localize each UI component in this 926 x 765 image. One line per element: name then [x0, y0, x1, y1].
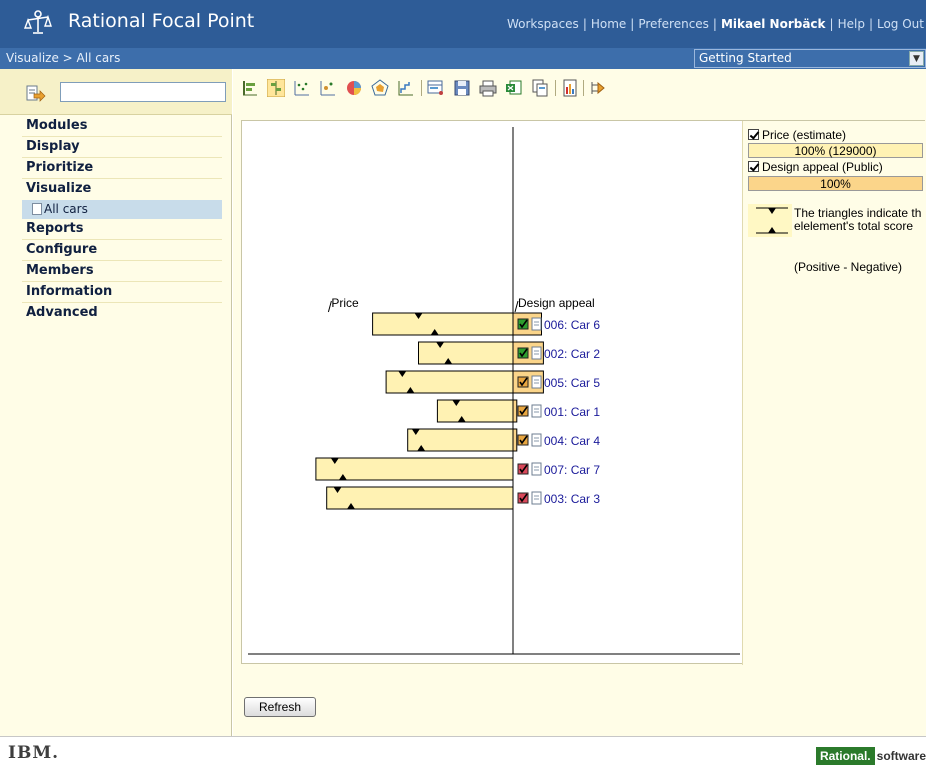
sidebar-subitem-label: All cars: [44, 202, 88, 216]
document-icon: [531, 491, 542, 505]
sidebar-item-reports[interactable]: Reports: [22, 219, 222, 240]
checkbox-checked[interactable]: [748, 129, 759, 140]
document-icon: [531, 317, 542, 331]
car-link[interactable]: 004: Car 4: [544, 434, 600, 448]
nav-user-link[interactable]: Mikael Norbäck: [721, 17, 826, 31]
toolbar-separator: [555, 80, 556, 96]
sidebar-item-configure[interactable]: Configure: [22, 240, 222, 261]
breadcrumb: Visualize > All cars: [6, 51, 121, 65]
pie-chart-icon[interactable]: [345, 79, 363, 97]
document-icon: [531, 404, 542, 418]
toolbar-separator: [421, 80, 422, 96]
design-appeal-bar[interactable]: [512, 399, 518, 423]
nav-home-link[interactable]: Home: [591, 17, 626, 31]
sidebar-nav: Modules Display Prioritize Visualize All…: [22, 116, 222, 324]
car-link[interactable]: 006: Car 6: [544, 318, 600, 332]
document-icon: [531, 375, 542, 389]
copy-icon[interactable]: [531, 79, 549, 97]
breadcrumb-bar: Visualize > All cars Getting Started ▼: [0, 48, 926, 69]
score-triangle-swatch: [748, 204, 792, 237]
design-appeal-bar[interactable]: [512, 428, 518, 452]
nav-preferences-link[interactable]: Preferences: [638, 17, 709, 31]
bar-chart: Price Design appeal 006: Car 6 002: Car 2 00…: [248, 127, 740, 655]
chart-legend: Price (estimate) 100% (129000) Design ap…: [742, 121, 926, 665]
top-navigation: Workspaces | Home | Preferences | Mikael Norbä…: [506, 17, 924, 31]
document-icon: [531, 462, 542, 476]
sidebar-item-advanced[interactable]: Advanced: [22, 303, 222, 324]
car-link[interactable]: 007: Car 7: [544, 463, 600, 477]
legend-note: The triangles indicate thelelement's tot…: [794, 206, 922, 233]
bar-chart-centered-icon[interactable]: [267, 79, 285, 97]
chart-frame: Price Design appeal 006: Car 6 002: Car 2 00…: [241, 120, 926, 665]
left-axis-label: Price: [331, 296, 359, 310]
app-title: Rational Focal Point: [68, 10, 255, 32]
nav-help-link[interactable]: Help: [838, 17, 865, 31]
document-icon: [531, 433, 542, 447]
refresh-button[interactable]: Refresh: [244, 697, 316, 717]
car-link[interactable]: 001: Car 1: [544, 405, 600, 419]
car-link[interactable]: 005: Car 5: [544, 376, 600, 390]
legend-series-design[interactable]: Design appeal (Public): [748, 160, 883, 174]
document-icon: [531, 346, 542, 360]
car-link[interactable]: 002: Car 2: [544, 347, 600, 361]
radar-chart-icon[interactable]: [371, 79, 389, 97]
search-input[interactable]: [60, 82, 226, 102]
checkbox-checked[interactable]: [748, 161, 759, 172]
bar-chart-icon[interactable]: [241, 79, 259, 97]
legend-series-price[interactable]: Price (estimate): [748, 128, 846, 142]
rational-software-logo: Rational. software: [815, 745, 926, 765]
rational-badge: Rational.: [815, 747, 875, 765]
legend-note-formula: (Positive - Negative): [794, 260, 903, 274]
settings-icon[interactable]: [589, 79, 607, 97]
sidebar-item-information[interactable]: Information: [22, 282, 222, 303]
price-bar[interactable]: [418, 341, 514, 365]
sidebar-subitem-all-cars[interactable]: All cars: [22, 200, 222, 219]
search-bar: [0, 69, 232, 115]
footer: IBM. Rational. software: [0, 736, 926, 765]
chevron-down-icon[interactable]: ▼: [909, 51, 924, 66]
main-content: Price Design appeal 006: Car 6 002: Car 2 00…: [233, 69, 926, 736]
scatter-chart-icon[interactable]: [293, 79, 311, 97]
legend-series-price-label: Price (estimate): [762, 128, 847, 142]
step-chart-icon[interactable]: [397, 79, 415, 97]
workspace-select-value: Getting Started: [699, 51, 792, 65]
toolbar-separator: [583, 80, 584, 96]
legend-series-design-value: 100%: [748, 176, 923, 191]
balance-scale-icon: [24, 10, 52, 34]
sidebar: Modules Display Prioritize Visualize All…: [0, 69, 232, 736]
app-header: Rational Focal Point Workspaces | Home | Pre…: [0, 0, 926, 48]
price-bar[interactable]: [326, 486, 514, 510]
right-axis-label: Design appeal: [518, 296, 595, 310]
document-icon: [32, 203, 42, 215]
sidebar-item-visualize[interactable]: Visualize: [22, 179, 222, 200]
sidebar-item-modules[interactable]: Modules: [22, 116, 222, 137]
price-bar[interactable]: [385, 370, 514, 394]
sidebar-item-display[interactable]: Display: [22, 137, 222, 158]
ibm-logo: IBM.: [8, 743, 60, 763]
bubble-chart-icon[interactable]: [319, 79, 337, 97]
save-icon[interactable]: [453, 79, 471, 97]
grid-options-icon[interactable]: [427, 79, 445, 97]
print-icon[interactable]: [479, 79, 497, 97]
legend-series-price-value: 100% (129000): [748, 143, 923, 158]
price-bar[interactable]: [315, 457, 514, 481]
rational-tail: software: [876, 749, 926, 763]
nav-workspaces-link[interactable]: Workspaces: [507, 17, 579, 31]
sidebar-item-members[interactable]: Members: [22, 261, 222, 282]
legend-series-design-label: Design appeal (Public): [762, 160, 883, 174]
price-bar[interactable]: [436, 399, 514, 423]
document-arrow-icon[interactable]: [26, 85, 46, 103]
workspace-select[interactable]: Getting Started ▼: [694, 49, 926, 68]
chart-toolbar: [233, 69, 926, 107]
sidebar-item-prioritize[interactable]: Prioritize: [22, 158, 222, 179]
price-bar[interactable]: [372, 312, 514, 336]
export-excel-icon[interactable]: [505, 79, 523, 97]
report-icon[interactable]: [561, 79, 579, 97]
price-bar[interactable]: [407, 428, 514, 452]
app-root: Rational Focal Point Workspaces | Home | Pre…: [0, 0, 926, 765]
nav-logout-link[interactable]: Log Out: [877, 17, 924, 31]
car-link[interactable]: 003: Car 3: [544, 492, 600, 506]
